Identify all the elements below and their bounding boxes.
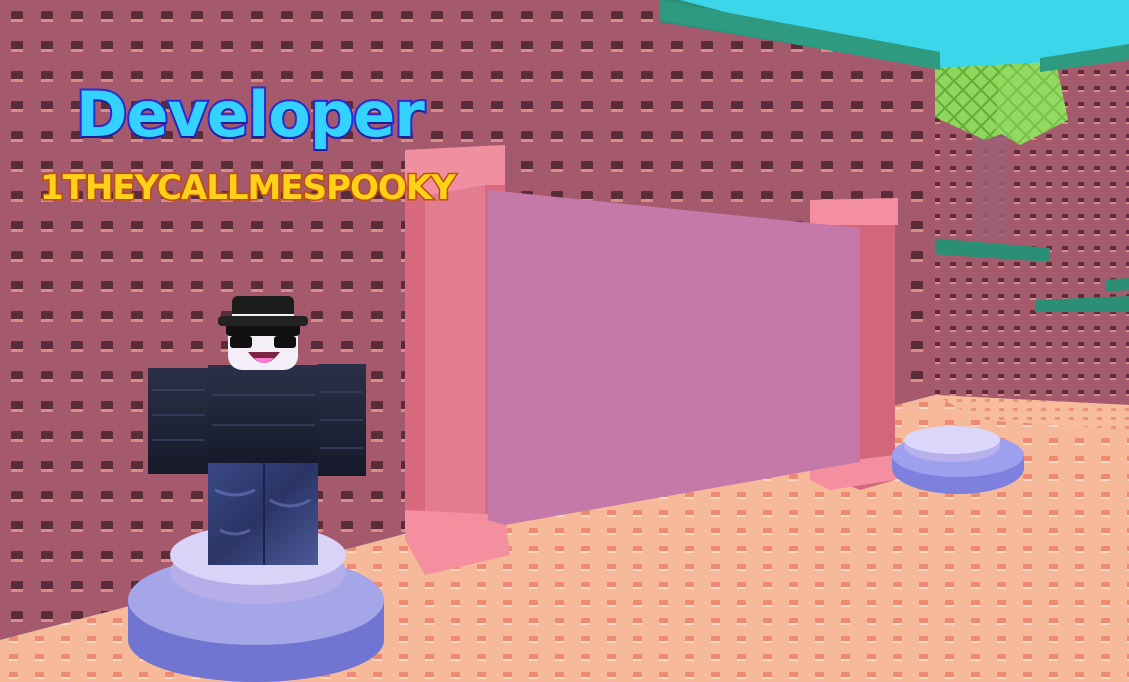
billboard-username: 1THEYCALLMESPOOKY xyxy=(39,167,458,210)
game-viewport[interactable]: Developer 1THEYCALLMESPOOKY xyxy=(0,0,1129,682)
billboard-title: Developer xyxy=(74,76,427,153)
